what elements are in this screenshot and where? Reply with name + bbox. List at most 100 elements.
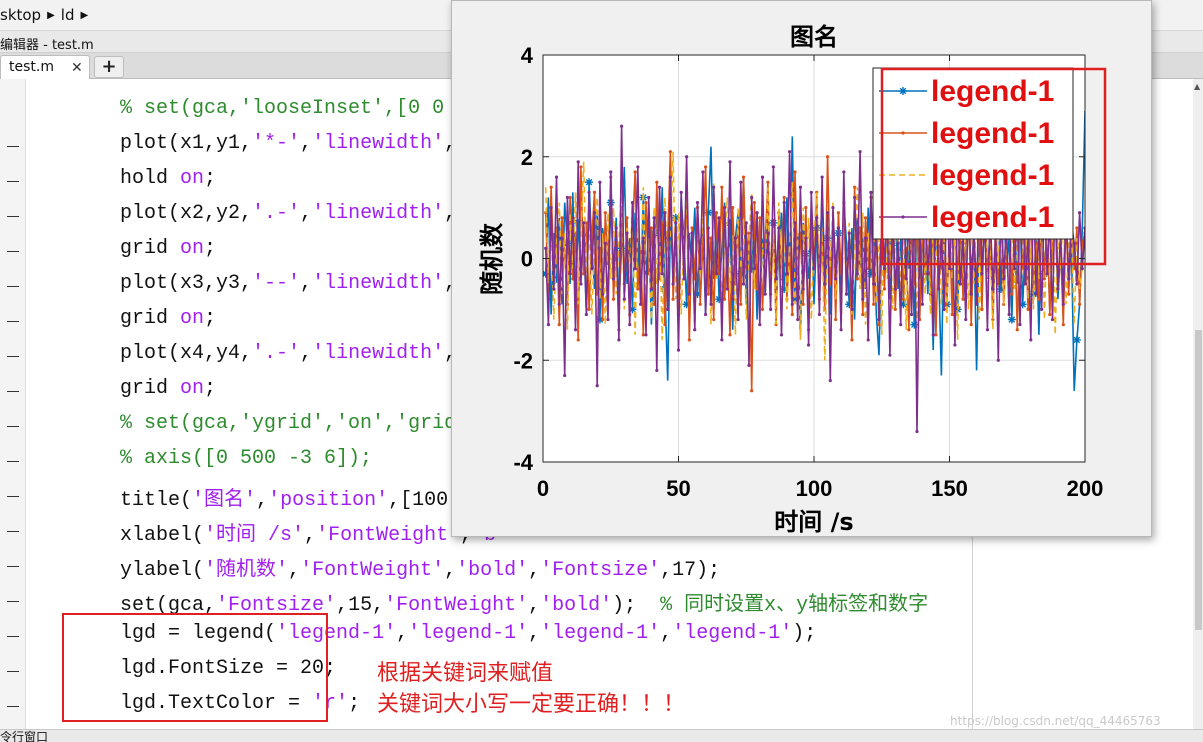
scrollbar-thumb[interactable] [1195,330,1202,630]
data-point-dot [796,317,800,322]
data-point-dot [1061,302,1065,306]
code-token: ; [348,692,361,715]
code-token: , [300,272,313,295]
data-point-dot [893,287,897,291]
data-point-dot [975,302,979,306]
breakpoint-dash[interactable] [7,181,19,182]
code-line[interactable]: grid on; [72,307,216,330]
code-line[interactable]: % axis([0 500 -3 6]); [72,447,372,470]
data-point-asterisk [585,178,594,187]
breakpoint-dash[interactable] [7,531,19,532]
code-token: 'linewidth' [312,272,445,295]
data-point-dot [571,216,575,220]
legend-label: legend-1 [931,117,1054,150]
code-token: , [288,559,301,582]
code-token: '--' [252,272,301,295]
data-point-dot [714,272,719,276]
code-line[interactable]: xlabel('时间 /s','FontWeight','b [72,517,496,547]
data-point-dot [560,236,564,240]
breakpoint-dash[interactable] [7,356,19,357]
code-line[interactable]: plot(x4,y4,'.-','linewidth',1); [72,342,492,365]
data-point-asterisk [910,320,919,329]
data-point-dot [850,307,854,311]
data-point-dot [774,277,778,281]
data-point-dot [671,282,675,286]
breakpoint-dash[interactable] [7,461,19,462]
code-token: '*-' [252,132,301,155]
breadcrumb-separator-icon[interactable]: ▶ [81,10,89,21]
code-token: grid [72,307,181,330]
data-point-dot [644,333,648,337]
data-point-dot [655,180,659,184]
code-token: ylabel( [72,559,205,582]
breakpoint-dash[interactable] [7,636,19,637]
breakpoint-dash[interactable] [7,566,19,567]
breakpoint-dash[interactable] [7,251,19,252]
code-token: 'bold' [456,559,529,582]
data-point-dot [573,328,578,332]
code-token: 'FontWeight' [384,594,529,617]
breakpoint-dash[interactable] [7,321,19,322]
code-line[interactable]: plot(x3,y3,'--','linewidth',1); [72,272,492,295]
data-point-dot [872,282,876,286]
data-point-dot [909,312,914,317]
data-point-dot [825,155,830,159]
data-point-dot [744,221,748,225]
data-point-asterisk [769,218,778,227]
code-line[interactable]: hold on; [72,167,216,190]
data-point-dot [712,317,716,322]
code-token: ; [204,377,217,400]
figure-chart: 0 50 100 150 200 -4 -2 0 2 4 图名 时间 /s 随机数 legend-… [452,1,1151,536]
breakpoint-dash[interactable] [7,286,19,287]
chart-legend[interactable]: legend-1 legend-1 legend-1 legend-1 [872,67,1074,240]
data-point-dot [823,282,827,286]
data-point-dot [839,328,843,332]
data-point-dot [1050,317,1055,322]
code-token: '时间 /s' [204,524,305,547]
code-line[interactable]: title('图名','position',[100 4], [72,482,496,512]
data-point-dot [815,216,819,220]
breakpoint-dash[interactable] [7,496,19,497]
data-point-dot [546,323,551,327]
x-tick-label: 50 [666,476,690,501]
data-point-dot [1072,241,1076,245]
code-line[interactable]: plot(x2,y2,'.-','linewidth',1); [72,202,492,225]
command-window-bar[interactable]: 令行窗口 [0,729,1203,742]
scroll-up-icon[interactable]: ▲ [1194,82,1200,91]
breakpoint-dash[interactable] [7,426,19,427]
tab-test-m[interactable]: test.m ✕ [0,55,90,79]
breakpoint-dash[interactable] [7,216,19,217]
data-point-dot [582,221,586,225]
code-token: plot(x3,y3, [72,272,253,295]
data-point-dot [1007,312,1011,317]
data-point-dot [1012,267,1017,271]
data-point-dot [636,165,640,169]
data-point-dot [915,429,919,434]
breakpoint-dash[interactable] [7,671,19,672]
breadcrumb-separator-icon[interactable]: ▶ [47,10,55,21]
data-point-asterisk [899,87,907,95]
code-line[interactable]: plot(x1,y1,'*-','linewidth',1) [72,132,480,155]
code-line[interactable]: grid on; [72,377,216,400]
code-token: '.-' [252,202,301,225]
breakpoint-dash[interactable] [7,146,19,147]
breadcrumb-desktop[interactable]: sktop [0,6,41,24]
breakpoint-dash[interactable] [7,601,19,602]
code-line[interactable]: grid on; [72,237,216,260]
data-point-dot [758,216,762,220]
code-token: , [396,622,409,645]
data-point-dot [985,328,990,332]
data-point-dot [888,353,892,357]
breadcrumb-folder[interactable]: ld [61,6,75,24]
data-point-dot [769,307,773,311]
code-line[interactable]: % set(gca,'looseInset',[0 0 0 0] [72,97,504,120]
breakpoint-dash[interactable] [7,706,19,707]
data-point-dot [576,338,580,342]
new-tab-button[interactable]: + [94,56,124,78]
figure-window: 0 50 100 150 200 -4 -2 0 2 4 图名 时间 /s 随机数 legend-… [451,0,1152,537]
code-line[interactable]: ylabel('随机数','FontWeight','bold','Fontsi… [72,552,720,582]
close-tab-icon[interactable]: ✕ [71,60,83,76]
code-line[interactable]: % set(gca,'ygrid','on','gridline [72,412,504,435]
data-point-dot [1040,307,1044,311]
breakpoint-dash[interactable] [7,391,19,392]
